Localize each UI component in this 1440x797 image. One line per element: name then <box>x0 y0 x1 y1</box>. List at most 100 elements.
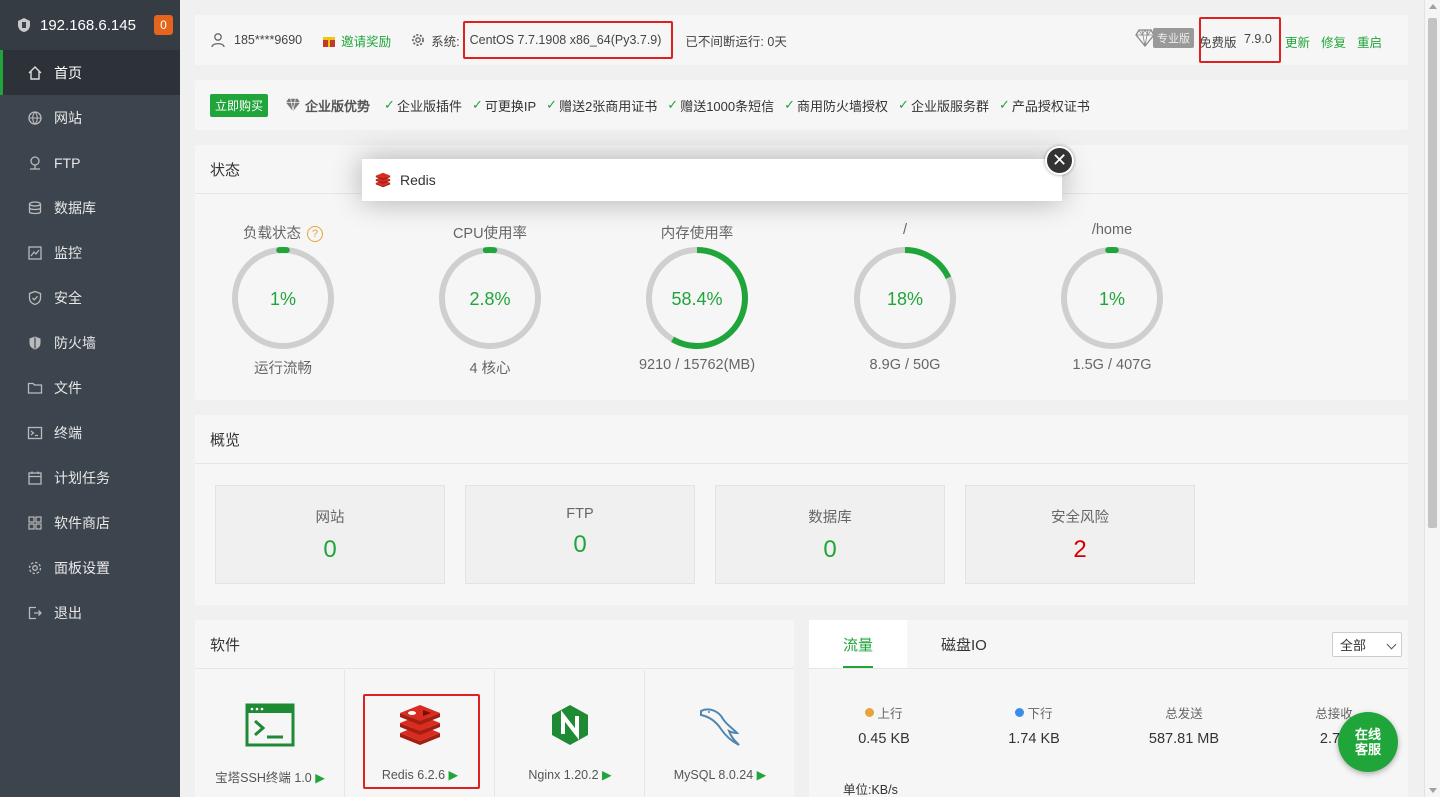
sidebar-item-files[interactable]: 文件 <box>0 365 180 410</box>
traffic-upload: 上行 0.45 KB <box>809 703 959 747</box>
check-icon: ✓ <box>998 97 1010 112</box>
page-scrollbar[interactable] <box>1424 0 1440 797</box>
promo-title: 企业版优势 <box>305 98 371 114</box>
gauge-ring[interactable]: 18% <box>852 245 958 351</box>
scrollbar-thumb[interactable] <box>1428 18 1437 528</box>
sidebar-item-settings[interactable]: 面板设置 <box>0 545 180 590</box>
software-name: Nginx 1.20.2 <box>528 768 599 782</box>
notification-badge[interactable]: 0 <box>154 15 173 35</box>
scroll-up-icon[interactable] <box>1429 4 1437 9</box>
gauge-ring[interactable]: 1% <box>1059 245 1165 351</box>
monitor-icon <box>27 245 43 261</box>
software-item-nginx[interactable]: Nginx 1.20.2 ▶ <box>495 670 645 797</box>
traffic-unit-label: 单位:KB/s <box>843 783 898 797</box>
gauge-label-text: 内存使用率 <box>660 226 734 242</box>
gift-icon <box>323 36 336 47</box>
gauge-label-text: CPU使用率 <box>452 226 528 242</box>
software-item-mysql[interactable]: MySQL 8.0.24 ▶ <box>645 670 795 797</box>
baota-logo-icon <box>18 18 30 32</box>
promo-feature-label: 赠送2张商用证书 <box>559 98 658 114</box>
sidebar-item-monitor[interactable]: 监控 <box>0 230 180 275</box>
promo-feature: ✓ 企业版插件 <box>384 96 462 115</box>
traffic-col-value: 0.45 KB <box>858 731 910 747</box>
user-account[interactable]: 185****9690 <box>234 33 302 47</box>
gauge-value: 58.4% <box>671 289 722 309</box>
buy-now-button[interactable]: 立即购买 <box>210 93 269 117</box>
sidebar-item-label: 退出 <box>54 604 82 621</box>
sidebar-item-label: 面板设置 <box>54 559 110 576</box>
promo-feature-label: 产品授权证书 <box>1011 98 1090 114</box>
update-link[interactable]: 更新 <box>1285 32 1310 51</box>
gauge-value: 2.8% <box>469 289 510 309</box>
redis-modal: Redis <box>362 159 1062 201</box>
overview-card-database[interactable]: 数据库 0 <box>715 485 945 584</box>
sidebar-item-firewall[interactable]: 防火墙 <box>0 320 180 365</box>
gauge-label: / <box>840 222 970 238</box>
overview-card-label: 安全风险 <box>1051 510 1109 526</box>
promo-feature-label: 企业版插件 <box>396 98 462 114</box>
sidebar-item-label: 文件 <box>54 379 82 396</box>
gauge-value: 18% <box>887 289 923 309</box>
promo-feature: ✓ 赠送2张商用证书 <box>546 96 657 115</box>
gauge-ring[interactable]: 2.8% <box>437 245 543 351</box>
gauge-sub: 8.9G / 50G <box>869 357 941 373</box>
overview-card-value: 2 <box>1073 536 1087 563</box>
sidebar-item-security[interactable]: 安全 <box>0 275 180 320</box>
sidebar-item-logout[interactable]: 退出 <box>0 590 180 635</box>
sidebar-item-ftp[interactable]: FTP <box>0 140 180 185</box>
gauge-ring[interactable]: 58.4% <box>644 245 750 351</box>
sidebar-item-database[interactable]: 数据库 <box>0 185 180 230</box>
sidebar-item-label: 安全 <box>54 289 82 306</box>
invite-reward-link[interactable]: 邀请奖励 <box>341 31 391 50</box>
redis-highlight-box <box>363 694 480 789</box>
traffic-filter-select[interactable]: 全部 <box>1332 632 1402 657</box>
restart-link[interactable]: 重启 <box>1357 32 1382 51</box>
overview-card-security-risk[interactable]: 安全风险 2 <box>965 485 1195 584</box>
overview-card-ftp[interactable]: FTP 0 <box>465 485 695 584</box>
play-icon: ▶ <box>598 768 612 782</box>
check-icon: ✓ <box>667 97 679 112</box>
repair-link[interactable]: 修复 <box>1321 32 1346 51</box>
sidebar-item-label: 数据库 <box>54 199 96 216</box>
download-dot-icon <box>1015 708 1025 717</box>
scroll-down-icon[interactable] <box>1429 788 1437 793</box>
help-icon[interactable]: ? <box>307 226 323 242</box>
close-icon: ✕ <box>1051 150 1068 170</box>
redis-icon <box>375 172 391 188</box>
home-icon <box>27 65 43 81</box>
modal-title: Redis <box>400 172 436 188</box>
sidebar-item-home[interactable]: 首页 <box>0 50 180 95</box>
tab-traffic[interactable]: 流量 <box>809 620 908 668</box>
gauge-ring[interactable]: 1% <box>230 245 336 351</box>
server-host: 192.168.6.145 <box>40 16 136 34</box>
pro-edition-badge[interactable]: 专业版 <box>1153 28 1194 48</box>
sidebar-item-app-store[interactable]: 软件商店 <box>0 500 180 545</box>
apps-icon <box>27 515 43 531</box>
gauge-sub: 1.5G / 407G <box>1072 357 1152 373</box>
tab-disk-io[interactable]: 磁盘IO <box>907 620 1021 668</box>
overview-title: 概览 <box>195 415 1408 464</box>
gear-icon <box>27 560 43 576</box>
user-icon <box>211 33 225 48</box>
overview-card-label: FTP <box>566 506 594 522</box>
overview-card-label: 数据库 <box>808 510 852 526</box>
traffic-col-label: 下行 <box>1027 707 1053 721</box>
gear-icon <box>412 34 425 46</box>
traffic-col-value: 587.81 MB <box>1148 731 1220 747</box>
overview-card-website[interactable]: 网站 0 <box>215 485 445 584</box>
overview-card-value: 0 <box>323 536 337 563</box>
online-support-button[interactable]: 在线 客服 <box>1338 712 1398 772</box>
gauge-sub: 运行流畅 <box>254 361 312 377</box>
enterprise-promo-bar: 立即购买 企业版优势 ✓ 企业版插件 ✓ 可更换IP ✓ 赠送2张商用证书 ✓ 赠送10… <box>195 80 1408 130</box>
sidebar-item-terminal[interactable]: 终端 <box>0 410 180 455</box>
check-icon: ✓ <box>546 97 558 112</box>
overview-card-label: 网站 <box>315 510 345 526</box>
sidebar-item-label: 首页 <box>54 64 82 81</box>
sidebar-item-website[interactable]: 网站 <box>0 95 180 140</box>
modal-close-button[interactable]: ✕ <box>1045 146 1074 175</box>
sidebar-item-label: 防火墙 <box>54 334 96 351</box>
check-icon: ✓ <box>898 97 909 112</box>
terminal-app-icon <box>245 703 295 747</box>
sidebar-item-cron[interactable]: 计划任务 <box>0 455 180 500</box>
software-item-ssh[interactable]: 宝塔SSH终端 1.0 ▶ <box>195 670 345 797</box>
